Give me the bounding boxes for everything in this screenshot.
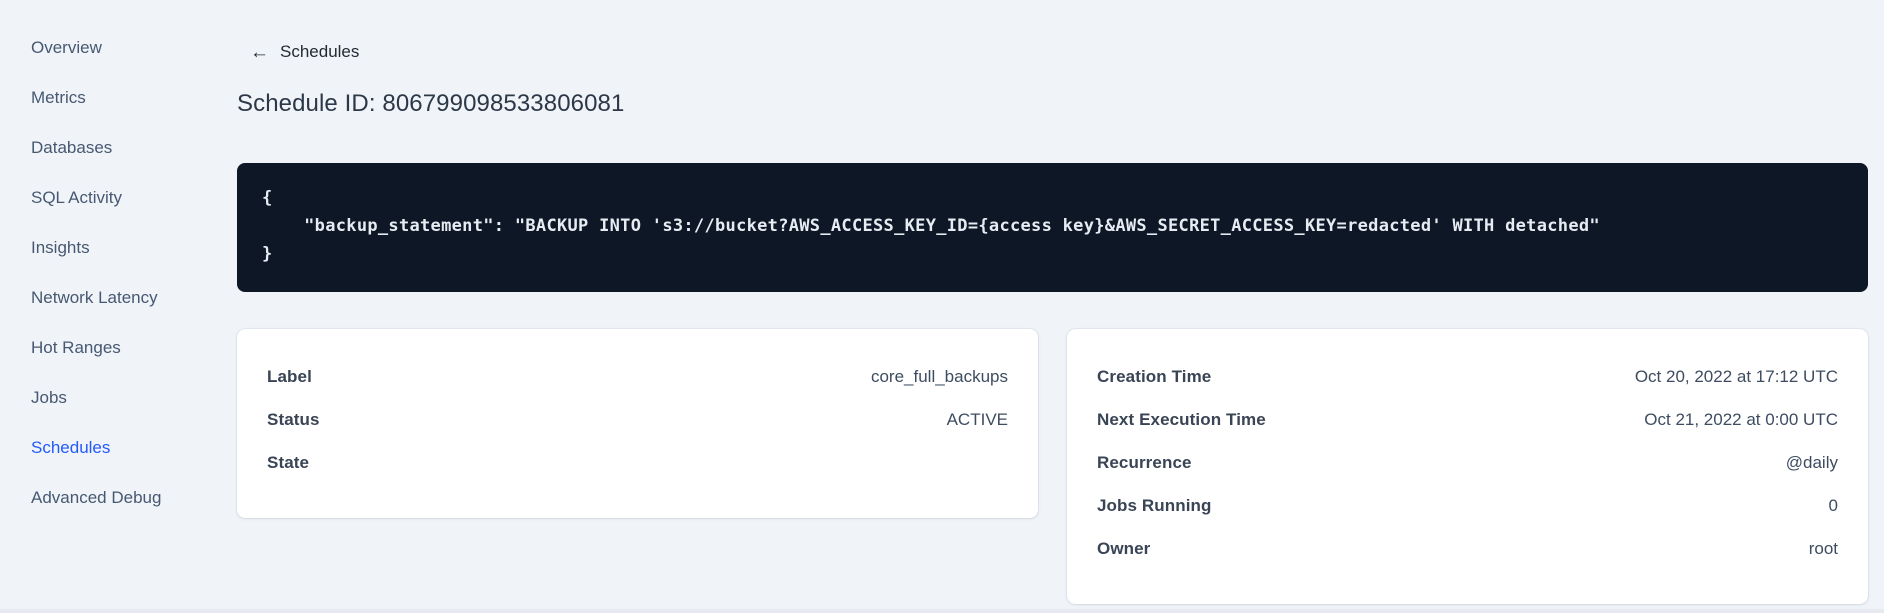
sidebar-item-advanced-debug[interactable]: Advanced Debug [0,473,237,523]
state-key: State [267,452,310,472]
sidebar-item-hot-ranges[interactable]: Hot Ranges [0,323,237,373]
execution-details-card: Creation Time Oct 20, 2022 at 17:12 UTC … [1067,329,1868,604]
next-execution-time-key: Next Execution Time [1097,409,1266,429]
creation-time-value: Oct 20, 2022 at 17:12 UTC [1634,366,1838,386]
table-row: Owner root [1097,527,1838,570]
table-row: Label core_full_backups [267,355,1008,398]
sidebar-item-overview[interactable]: Overview [0,23,237,73]
jobs-running-value: 0 [1828,495,1838,515]
sidebar: Overview Metrics Databases SQL Activity … [0,0,237,613]
owner-value: root [1808,538,1838,558]
status-value: ACTIVE [946,409,1008,429]
recurrence-key: Recurrence [1097,452,1192,472]
backup-statement-code: { "backup_statement": "BACKUP INTO 's3:/… [262,188,1600,264]
sidebar-item-metrics[interactable]: Metrics [0,73,237,123]
sidebar-item-insights[interactable]: Insights [0,223,237,273]
label-key: Label [267,366,312,386]
table-row: Status ACTIVE [267,398,1008,441]
detail-cards: Label core_full_backups Status ACTIVE St… [237,329,1868,604]
table-row: Creation Time Oct 20, 2022 at 17:12 UTC [1097,355,1838,398]
table-row: Recurrence @daily [1097,441,1838,484]
label-value: core_full_backups [870,366,1008,386]
code-block: { "backup_statement": "BACKUP INTO 's3:/… [237,163,1868,292]
back-link-label: Schedules [280,42,360,61]
table-row: Jobs Running 0 [1097,484,1838,527]
sidebar-item-jobs[interactable]: Jobs [0,373,237,423]
back-arrow-icon: ← [250,41,269,63]
sidebar-item-schedules[interactable]: Schedules [0,423,237,473]
status-key: Status [267,409,320,429]
page-title: Schedule ID: 806799098533806081 [237,90,625,117]
sidebar-item-sql-activity[interactable]: SQL Activity [0,173,237,223]
back-to-schedules-link[interactable]: ← Schedules [250,42,359,62]
bottom-edge [0,609,1884,613]
sidebar-item-databases[interactable]: Databases [0,123,237,173]
sidebar-item-network-latency[interactable]: Network Latency [0,273,237,323]
owner-key: Owner [1097,538,1151,558]
recurrence-value: @daily [1785,452,1838,472]
creation-time-key: Creation Time [1097,366,1212,386]
jobs-running-key: Jobs Running [1097,495,1212,515]
next-execution-time-value: Oct 21, 2022 at 0:00 UTC [1644,409,1838,429]
table-row: State [267,441,1008,484]
schedule-details-card: Label core_full_backups Status ACTIVE St… [237,329,1038,518]
table-row: Next Execution Time Oct 21, 2022 at 0:00… [1097,398,1838,441]
main-content: ← Schedules Schedule ID: 806799098533806… [237,0,1868,613]
